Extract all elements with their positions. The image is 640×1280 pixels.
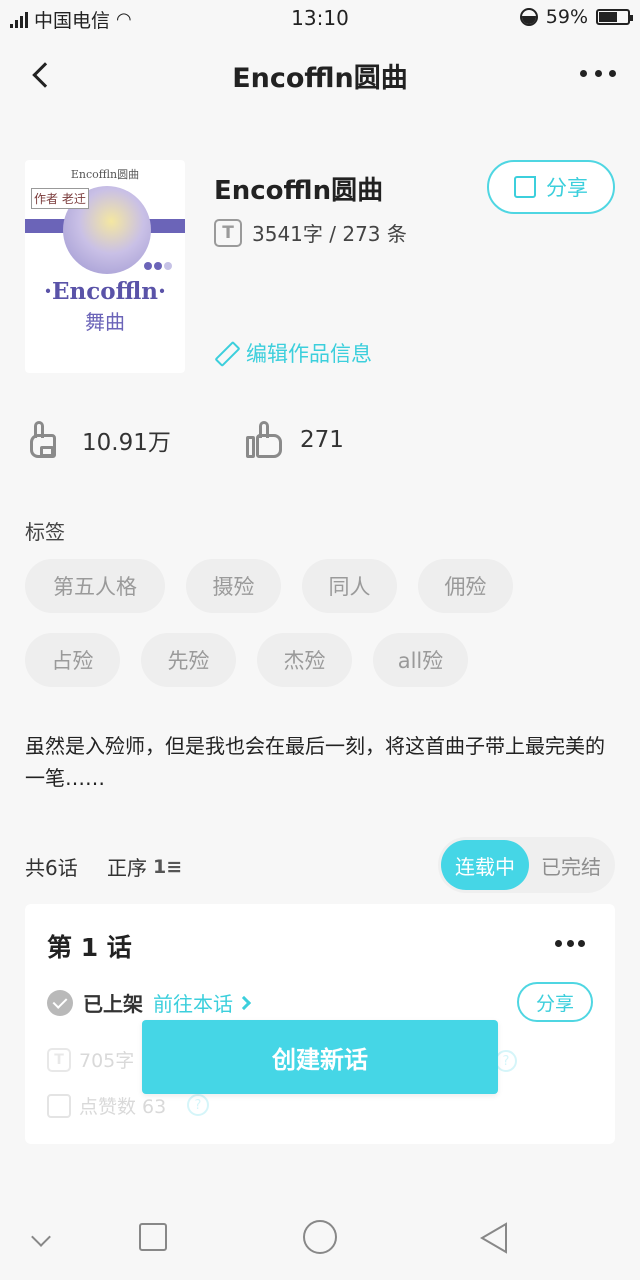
chapter-likes: 点赞数 63 [47, 1092, 166, 1119]
share-label: 分享 [546, 176, 588, 200]
tag-chip[interactable]: 第五人格 [25, 559, 165, 613]
cover-dots [144, 262, 172, 270]
hand-point-icon [28, 420, 66, 460]
thumbs-up-icon [47, 1093, 71, 1118]
book-cover[interactable]: Encoffln圆曲 作者 老迁 ·Encoffln· 舞曲 [25, 160, 185, 373]
tag-chip[interactable]: 占殓 [25, 633, 120, 687]
pencil-icon [214, 341, 238, 365]
cover-subtitle: 舞曲 [85, 310, 125, 334]
sort-label: 正序 [107, 856, 147, 880]
nav-collapse-icon[interactable] [20, 1218, 64, 1262]
tag-chip[interactable]: 杰殓 [257, 633, 352, 687]
cover-author: 作者 老迁 [31, 188, 89, 209]
views-count: 10.91万 [82, 430, 171, 456]
likes-stat[interactable]: 271 [246, 420, 344, 460]
chapter-more-icon[interactable] [555, 940, 585, 948]
chapter-share-button[interactable]: 分享 [517, 982, 593, 1022]
chapter-words: 705字 [79, 1050, 135, 1072]
app-header: Encoffln圆曲 [0, 42, 640, 108]
system-nav-bar [0, 1200, 640, 1280]
chapter-status-row: 已上架 前往本话 [47, 988, 252, 1017]
text-icon: T [47, 1047, 71, 1072]
page-title: Encoffln圆曲 [232, 63, 408, 94]
status-ongoing-option[interactable]: 连载中 [441, 840, 529, 890]
goto-chapter-link[interactable]: 前往本话 [153, 988, 252, 1017]
views-stat: 10.91万 [28, 420, 171, 460]
status-bar: 中国电信 ◠ 13:10 59% [0, 0, 640, 34]
work-title: Encoffln圆曲 [214, 176, 384, 206]
published-label: 已上架 [83, 992, 143, 1016]
share-button[interactable]: 分享 [487, 160, 615, 214]
tag-chip[interactable]: all殓 [373, 633, 468, 687]
status-finished-option[interactable]: 已完结 [530, 840, 612, 890]
word-stats: T 3541字 / 273 条 [214, 218, 407, 247]
chapter-word-count: T 705字 [47, 1046, 134, 1073]
nav-back-icon[interactable] [472, 1218, 516, 1262]
cover-title: ·Encoffln· [43, 278, 167, 305]
share-icon [514, 174, 538, 198]
check-circle-icon [47, 989, 73, 1016]
chapter-count: 共6话 [25, 856, 78, 880]
goto-label: 前往本话 [153, 992, 233, 1016]
chapter-likes-count: 点赞数 63 [79, 1096, 167, 1118]
status-right: 59% [519, 6, 633, 28]
nav-recents-icon[interactable] [130, 1218, 174, 1262]
word-count: 3541字 / 273 条 [252, 222, 407, 246]
tag-chip[interactable]: 摄殓 [186, 559, 281, 613]
cover-top-text: Encoffln圆曲 [70, 168, 140, 181]
help-icon[interactable]: ? [495, 1050, 517, 1072]
sort-order-button[interactable]: 正序 1≡ [107, 852, 182, 881]
more-options-icon[interactable] [580, 66, 616, 80]
tag-chip[interactable]: 先殓 [141, 633, 236, 687]
edit-work-info-link[interactable]: 编辑作品信息 [214, 338, 372, 368]
work-description: 虽然是入殓师，但是我也会在最后一刻，将这首曲子带上最完美的一笔…… [25, 734, 605, 790]
battery-percent: 59% [545, 6, 588, 28]
likes-count: 271 [300, 427, 344, 453]
tags-heading: 标签 [25, 520, 65, 544]
text-icon: T [214, 218, 242, 247]
chapter-title: 第 1 话 [47, 933, 132, 962]
sort-icon: 1≡ [153, 855, 183, 878]
thumbs-up-icon [246, 420, 284, 460]
tag-chip[interactable]: 佣殓 [418, 559, 513, 613]
alarm-icon [519, 8, 538, 26]
help-icon[interactable]: ? [187, 1094, 209, 1116]
tag-chip[interactable]: 同人 [302, 559, 397, 613]
create-chapter-button[interactable]: 创建新话 [142, 1020, 498, 1094]
chevron-right-icon [236, 995, 252, 1010]
serial-status-toggle[interactable]: 连载中 已完结 [438, 837, 615, 893]
nav-home-icon[interactable] [298, 1218, 342, 1262]
battery-icon [596, 9, 633, 25]
edit-label: 编辑作品信息 [246, 342, 372, 366]
